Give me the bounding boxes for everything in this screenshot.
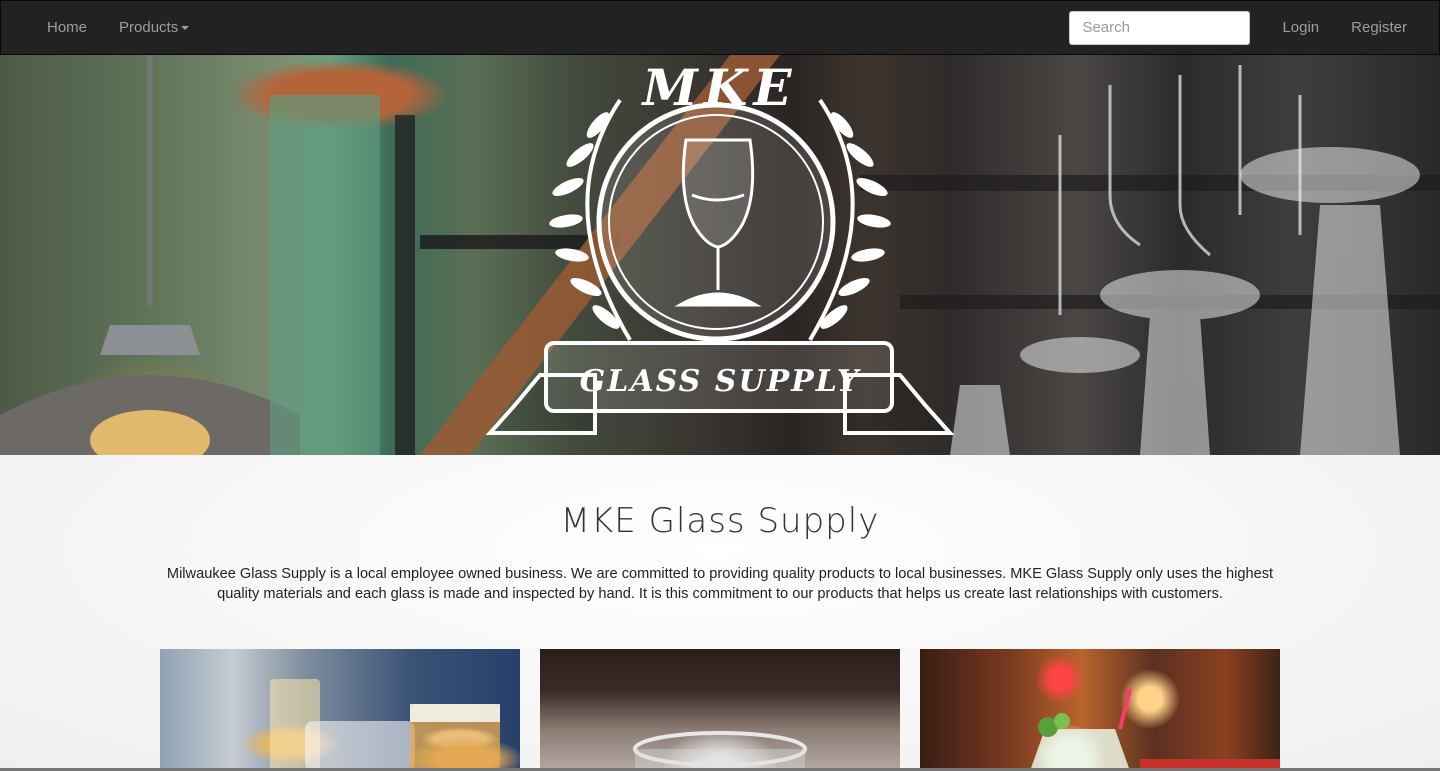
nav-products-label: Products	[119, 19, 179, 36]
nav-products-dropdown[interactable]: Products	[103, 0, 205, 55]
search-input[interactable]	[1069, 10, 1251, 45]
intro-paragraph: Milwaukee Glass Supply is a local employ…	[166, 566, 1274, 602]
logo-banner-text: GLASS SUPPLY	[580, 364, 861, 399]
nav-left-group: Home Products	[31, 0, 205, 55]
logo-top-text: MKE	[641, 58, 798, 117]
hero-banner: MKE GLASS SUPPLY	[0, 55, 1440, 455]
cocktail-bar-image[interactable]	[920, 649, 1280, 771]
beer-glasses-image[interactable]	[160, 649, 520, 771]
nav-login-link[interactable]: Login	[1266, 0, 1335, 55]
mke-logo: MKE GLASS SUPPLY	[485, 58, 955, 435]
glass-closeup-photo	[633, 731, 807, 771]
glass-closeup-image[interactable]	[540, 649, 900, 771]
beer-glasses-photo	[270, 679, 500, 771]
main-content: MKE Glass Supply Milwaukee Glass Supply …	[0, 455, 1440, 771]
nav-home-link[interactable]: Home	[31, 0, 103, 55]
nav-right-group: Login Register	[1069, 0, 1423, 55]
nav-register-link[interactable]: Register	[1335, 0, 1423, 55]
top-navbar: Home Products Login Register	[0, 0, 1440, 55]
caret-down-icon	[181, 26, 190, 31]
cocktail-bar-photo	[1030, 688, 1280, 771]
page-title: MKE Glass Supply	[560, 501, 880, 541]
